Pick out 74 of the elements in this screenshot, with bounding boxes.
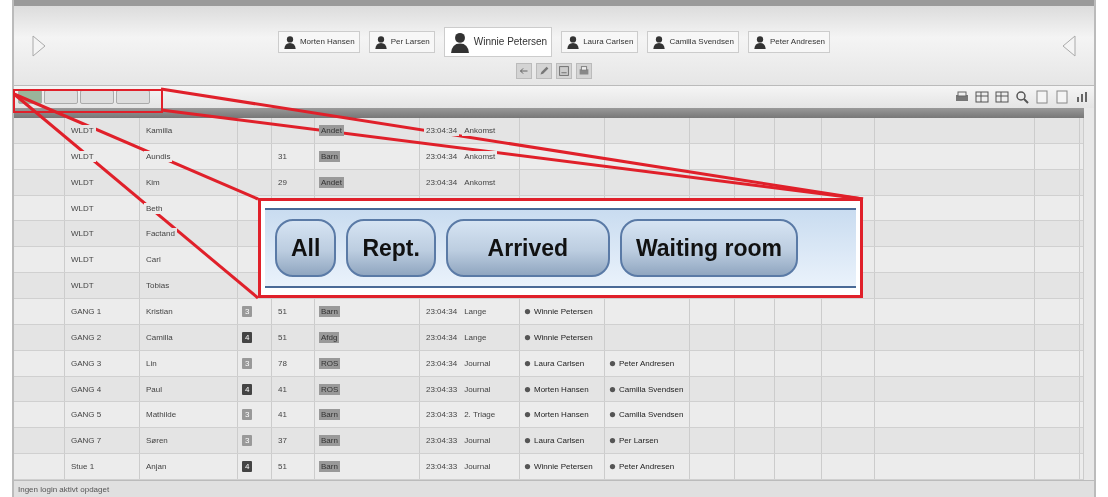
category-tag: Andet: [319, 124, 344, 136]
tab[interactable]: Waiting room: [619, 219, 798, 277]
left-arrow-icon[interactable]: [32, 34, 46, 57]
priority-badge: 3: [242, 305, 253, 317]
person-name: Camilla Svendsen: [619, 384, 684, 394]
search-icon[interactable]: [1014, 89, 1030, 105]
person-name: Morten Hansen: [534, 410, 589, 420]
printer-icon[interactable]: [576, 62, 592, 79]
code-cell: WLDT: [69, 150, 96, 162]
status-dot-icon: [524, 411, 531, 419]
category-tag: Barn: [319, 461, 340, 473]
code-cell: WLDT: [69, 124, 96, 136]
status-dot-icon: [609, 411, 616, 419]
staff-name: Per Larsen: [390, 37, 430, 46]
person-name: Per Larsen: [619, 436, 659, 446]
category-tag: Barn: [319, 409, 340, 421]
person-name: Laura Carlsen: [534, 436, 585, 446]
status-dot-icon: [609, 385, 616, 393]
status-dot-icon: [609, 359, 616, 367]
tab[interactable]: All: [275, 219, 337, 277]
person-name: Peter Andresen: [619, 462, 675, 472]
status-dot-icon: [609, 437, 616, 445]
staff-card[interactable]: Laura Carlsen: [561, 30, 639, 53]
staff-name: Camilla Svendsen: [669, 37, 734, 46]
person-name: Morten Hansen: [534, 384, 589, 394]
right-arrow-icon[interactable]: [1062, 34, 1076, 57]
category-tag: Barn: [319, 305, 340, 317]
priority-badge: 3: [242, 435, 253, 447]
person-name: Laura Carlsen: [534, 358, 585, 368]
staff-name: Laura Carlsen: [583, 37, 634, 46]
name-cell: Anjan: [144, 461, 169, 473]
priority-badge: 4: [242, 383, 253, 395]
status-dot-icon: [609, 463, 616, 471]
person-name: Camilla Svendsen: [619, 410, 684, 420]
table-icon[interactable]: [974, 89, 990, 105]
staff-card[interactable]: Peter Andresen: [747, 30, 831, 53]
tab[interactable]: Arrived: [445, 219, 610, 277]
tab[interactable]: Rept.: [346, 219, 436, 277]
status-text: Ankomst: [462, 150, 498, 162]
status-dot-icon: [524, 463, 531, 471]
document-icon[interactable]: [556, 62, 572, 79]
person-name: Winnie Petersen: [534, 332, 593, 342]
status-dot-icon: [524, 307, 531, 315]
category-tag: ROS: [319, 383, 341, 395]
priority-badge: 3: [242, 409, 253, 421]
status-dot-icon: [524, 385, 531, 393]
category-tag: Afdg: [319, 331, 340, 343]
name-cell: Aundis: [144, 150, 173, 162]
status-dot-icon: [524, 359, 531, 367]
category-tag: ROS: [319, 357, 341, 369]
staff-card[interactable]: Winnie Petersen: [443, 26, 553, 57]
staff-name: Winnie Petersen: [473, 36, 548, 47]
staff-name: Peter Andresen: [769, 37, 826, 46]
category-tag: Andet: [319, 176, 344, 188]
staff-card[interactable]: Camilla Svendsen: [647, 30, 739, 53]
priority-badge: 4: [242, 331, 253, 343]
staff-name: Morten Hansen: [299, 37, 355, 46]
status-bar: Ingen login aktivt opdaget: [14, 480, 1094, 497]
category-tag: Barn: [319, 435, 340, 447]
table-icon[interactable]: [994, 89, 1010, 105]
person-name: Winnie Petersen: [534, 306, 593, 316]
person-name: Peter Andresen: [619, 358, 675, 368]
person-name: Winnie Petersen: [534, 462, 593, 472]
chart-icon[interactable]: [1074, 89, 1090, 105]
priority-badge: 4: [242, 461, 253, 473]
pencil-icon[interactable]: [536, 62, 552, 79]
category-tag: Barn: [319, 150, 340, 162]
priority-badge: 3: [242, 357, 253, 369]
status-dot-icon: [524, 333, 531, 341]
status-dot-icon: [524, 437, 531, 445]
staff-card[interactable]: Morten Hansen: [277, 30, 360, 53]
name-cell: Beth: [144, 202, 165, 214]
staff-card[interactable]: Per Larsen: [368, 30, 435, 53]
status-text: 2. Triage: [462, 409, 498, 421]
